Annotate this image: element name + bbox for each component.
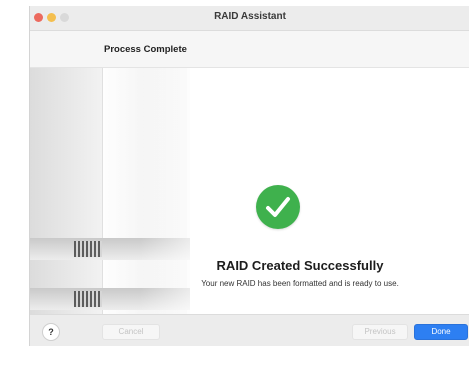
drive-grille-lower <box>74 291 102 307</box>
checkmark-circle-icon <box>256 185 300 229</box>
content-area: RAID Created Successfully Your new RAID … <box>30 68 469 314</box>
cancel-button[interactable]: Cancel <box>102 324 160 340</box>
step-header: Process Complete <box>30 31 469 68</box>
previous-button[interactable]: Previous <box>352 324 408 340</box>
success-message: Your new RAID has been formatted and is … <box>201 279 399 288</box>
title-bar: RAID Assistant <box>30 6 469 31</box>
window-title: RAID Assistant <box>214 11 286 22</box>
success-title: RAID Created Successfully <box>216 258 384 273</box>
step-title: Process Complete <box>104 44 187 55</box>
help-button[interactable]: ? <box>42 323 60 341</box>
illustration-fade <box>140 68 220 314</box>
footer-bar: ? Cancel Previous Done <box>30 314 469 346</box>
done-button[interactable]: Done <box>414 324 468 340</box>
raid-assistant-window: RAID Assistant Process Complete RAID Cre… <box>29 6 469 346</box>
drive-grille-upper <box>74 241 102 257</box>
